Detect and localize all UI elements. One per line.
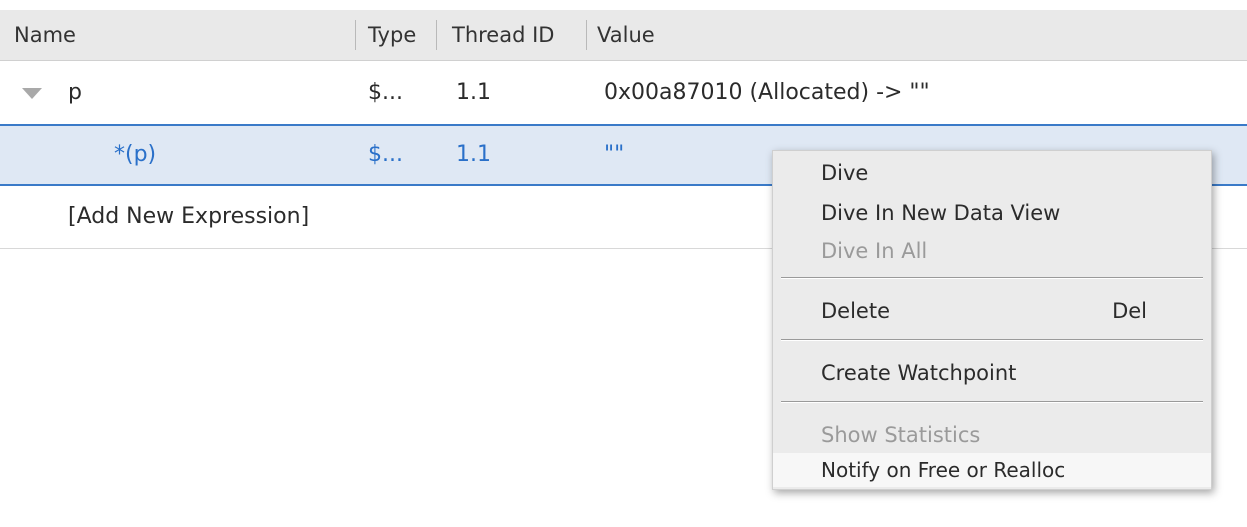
menu-item-dive-in-all: Dive In All [821,239,928,263]
row-type: $... [368,142,403,167]
column-header-thread-id[interactable]: Thread ID [452,10,554,60]
row-value: 0x00a87010 (Allocated) -> "" [604,80,930,105]
row-name: p [68,80,82,105]
menu-item-dive-in-new-data-view[interactable]: Dive In New Data View [773,193,1211,233]
menu-item-create-watchpoint[interactable]: Create Watchpoint [773,353,1211,393]
column-header-value[interactable]: Value [597,10,655,60]
menu-item-delete[interactable]: Delete Del [773,291,1211,331]
context-menu: Dive Dive In New Data View Dive In All D… [772,150,1212,490]
menu-item-notify-on-free-or-realloc[interactable]: Notify on Free or Realloc [773,453,1211,487]
column-divider[interactable] [355,20,356,50]
menu-item-dive[interactable]: Dive [773,153,1211,193]
menu-separator [781,277,1203,279]
row-type: $... [368,80,403,105]
column-header-name[interactable]: Name [14,10,76,60]
column-divider[interactable] [436,20,437,50]
menu-item-shortcut: Del [1112,299,1147,323]
row-value: "" [604,142,625,167]
menu-item-label: Delete [821,299,890,323]
table-row[interactable]: p $... 1.1 0x00a87010 (Allocated) -> "" [0,62,1247,124]
add-expression-label[interactable]: [Add New Expression] [68,186,309,248]
table-header: Name Type Thread ID Value [0,10,1247,61]
row-thread-id: 1.1 [456,80,491,105]
column-header-type[interactable]: Type [368,10,416,60]
row-thread-id: 1.1 [456,142,491,167]
menu-separator [781,401,1203,403]
menu-item-show-statistics: Show Statistics [821,423,981,447]
column-divider[interactable] [586,20,587,50]
menu-separator [781,339,1203,341]
expand-triangle-icon[interactable] [22,88,42,99]
row-name: *(p) [114,142,157,167]
data-view-panel: Name Type Thread ID Value p $... 1.1 0x0… [0,0,1247,527]
